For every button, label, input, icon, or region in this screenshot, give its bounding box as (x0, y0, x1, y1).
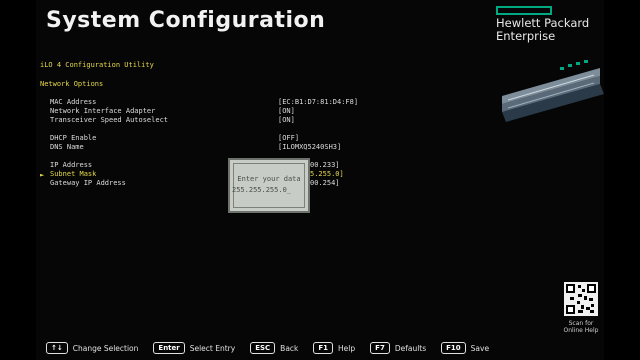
setting-value-gateway: 00.254] (310, 179, 340, 187)
defaults-label: Defaults (394, 343, 427, 353)
qr-caption: Scan for Online Help (563, 320, 599, 334)
setting-value-dhcp: [OFF] (278, 134, 300, 142)
dialog-prompt: Enter your data (237, 175, 301, 183)
setting-label-dns[interactable]: DNS Name (50, 143, 84, 151)
arrow-keys-key[interactable]: ↑↓ (46, 342, 68, 354)
help-label: Help (338, 343, 356, 353)
utility-name: iLO 4 Configuration Utility (40, 61, 154, 69)
enter-key[interactable]: Enter (153, 342, 185, 354)
subnet-mask-input[interactable]: 255.255.255.0_ (232, 186, 291, 194)
change-selection-label: Change Selection (72, 343, 139, 353)
hpe-logo: Hewlett Packard Enterprise (496, 6, 589, 43)
data-entry-dialog: Enter your data 255.255.255.0_ (228, 158, 310, 213)
back-label: Back (280, 343, 299, 353)
setting-label-transceiver[interactable]: Transceiver Speed Autoselect (50, 116, 168, 124)
setting-label-gateway[interactable]: Gateway IP Address (50, 179, 126, 187)
selection-arrow-icon: ► (40, 171, 45, 179)
setting-label-dhcp[interactable]: DHCP Enable (50, 134, 96, 142)
f1-key[interactable]: F1 (313, 342, 334, 354)
setting-label-subnet[interactable]: Subnet Mask (50, 170, 96, 178)
setting-value-mac: [EC:B1:D7:81:D4:F8] (278, 98, 359, 106)
setting-label-ip[interactable]: IP Address (50, 161, 92, 169)
section-heading: Network Options (40, 80, 104, 88)
server-illustration (502, 60, 604, 122)
setting-value-transceiver: [ON] (278, 116, 295, 124)
logo-line-2: Enterprise (496, 29, 556, 43)
bios-screen: System Configuration Hewlett Packard Ent… (36, 0, 604, 360)
setting-value-nic: [ON] (278, 107, 295, 115)
hpe-logo-mark (496, 6, 552, 15)
setting-value-subnet: 5.255.0] (310, 170, 344, 178)
esc-key[interactable]: ESC (250, 342, 276, 354)
setting-label-nic[interactable]: Network Interface Adapter (50, 107, 155, 115)
page-title: System Configuration (46, 8, 326, 33)
f10-key[interactable]: F10 (441, 342, 466, 354)
f7-key[interactable]: F7 (370, 342, 390, 354)
setting-value-dns: [ILOMXQ5240SH3] (278, 143, 342, 151)
setting-label-mac[interactable]: MAC Address (50, 98, 96, 106)
key-legend: ↑↓ Change Selection Enter Select Entry E… (46, 340, 499, 356)
qr-code-icon (564, 282, 598, 316)
save-label: Save (470, 343, 490, 353)
select-entry-label: Select Entry (189, 343, 236, 353)
setting-value-ip: 00.233] (310, 161, 340, 169)
